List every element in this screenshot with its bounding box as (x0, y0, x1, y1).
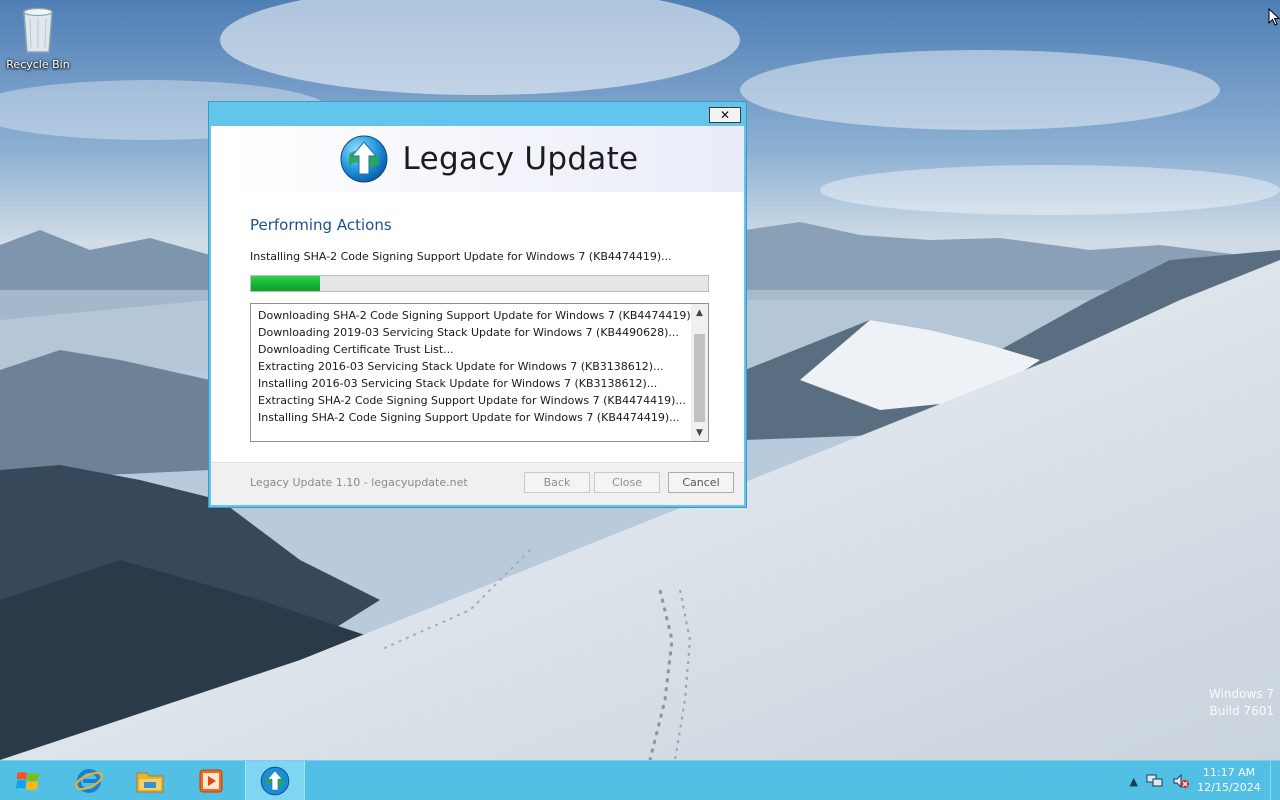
taskbar-clock[interactable]: 11:17 AM 12/15/2024 (1194, 765, 1264, 795)
dialog-close-x-button[interactable]: ✕ (709, 107, 741, 123)
product-name: Legacy Update (402, 141, 639, 177)
scroll-down-arrow-icon[interactable]: ▼ (691, 424, 708, 441)
clock-time: 11:17 AM (1202, 766, 1256, 779)
taskbar-internet-explorer[interactable] (60, 761, 118, 800)
internet-explorer-icon (75, 769, 103, 793)
watermark-build: Build 7601 (1209, 704, 1274, 718)
dialog-footer: Legacy Update 1.10 - legacyupdate.net Ba… (211, 462, 744, 505)
cancel-button[interactable]: Cancel (668, 472, 734, 493)
windows-watermark: Windows 7 Build 7601 (1154, 686, 1274, 720)
progress-bar (250, 275, 709, 292)
action-log-items: Downloading SHA-2 Code Signing Support U… (258, 307, 702, 426)
watermark-edition: Windows 7 (1208, 687, 1274, 701)
show-hidden-icons-arrow-icon[interactable]: ▲ (1130, 775, 1138, 788)
recycle-bin-label: Recycle Bin (6, 58, 70, 71)
dialog-client-area: Legacy Update Performing Actions Install… (211, 126, 744, 505)
scroll-thumb[interactable] (694, 334, 705, 422)
legacy-update-icon (260, 766, 290, 795)
log-entry: Extracting 2016-03 Servicing Stack Updat… (258, 360, 664, 373)
dialog-titlebar[interactable]: ✕ (209, 102, 746, 126)
taskbar-file-explorer[interactable] (121, 761, 179, 800)
start-icon (16, 772, 39, 790)
log-entry: Downloading Certificate Trust List... (258, 343, 454, 356)
system-tray: ▲ (1110, 761, 1190, 800)
legacy-update-logo-icon (340, 135, 388, 183)
show-desktop-button[interactable] (1270, 761, 1280, 800)
version-text: Legacy Update 1.10 - legacyupdate.net (250, 476, 468, 489)
taskbar-media-player[interactable] (182, 761, 240, 800)
progress-bar-fill (251, 276, 320, 291)
log-entry: Installing 2016-03 Servicing Stack Updat… (258, 377, 658, 390)
start-button[interactable] (0, 761, 56, 800)
log-entry: Extracting SHA-2 Code Signing Support Up… (258, 394, 686, 407)
action-log-list[interactable]: Downloading SHA-2 Code Signing Support U… (250, 303, 709, 442)
recycle-bin[interactable]: Recycle Bin (4, 4, 72, 71)
scroll-up-arrow-icon[interactable]: ▲ (691, 304, 708, 321)
file-explorer-icon (136, 772, 164, 793)
legacy-update-dialog: ✕ Legacy Update Performing Actions Insta… (208, 101, 747, 508)
log-entry: Downloading SHA-2 Code Signing Support U… (258, 309, 702, 322)
page-heading: Performing Actions (250, 216, 392, 234)
back-button[interactable]: Back (524, 472, 590, 493)
mouse-cursor-icon (1268, 8, 1280, 26)
close-button[interactable]: Close (594, 472, 660, 493)
product-banner: Legacy Update (233, 126, 744, 192)
log-scrollbar[interactable]: ▲ ▼ (691, 304, 708, 441)
clock-date: 12/15/2024 (1197, 781, 1261, 794)
taskbar-legacy-update[interactable] (245, 761, 305, 800)
current-action-status: Installing SHA-2 Code Signing Support Up… (250, 250, 672, 263)
media-player-icon (199, 769, 223, 793)
taskbar: ▲ 11:17 AM 12/15/2024 (0, 760, 1280, 800)
log-entry: Installing SHA-2 Code Signing Support Up… (258, 411, 680, 424)
recycle-bin-icon (23, 7, 53, 53)
volume-muted-icon[interactable] (1172, 773, 1190, 789)
network-icon[interactable] (1146, 773, 1164, 789)
log-entry: Downloading 2019-03 Servicing Stack Upda… (258, 326, 679, 339)
